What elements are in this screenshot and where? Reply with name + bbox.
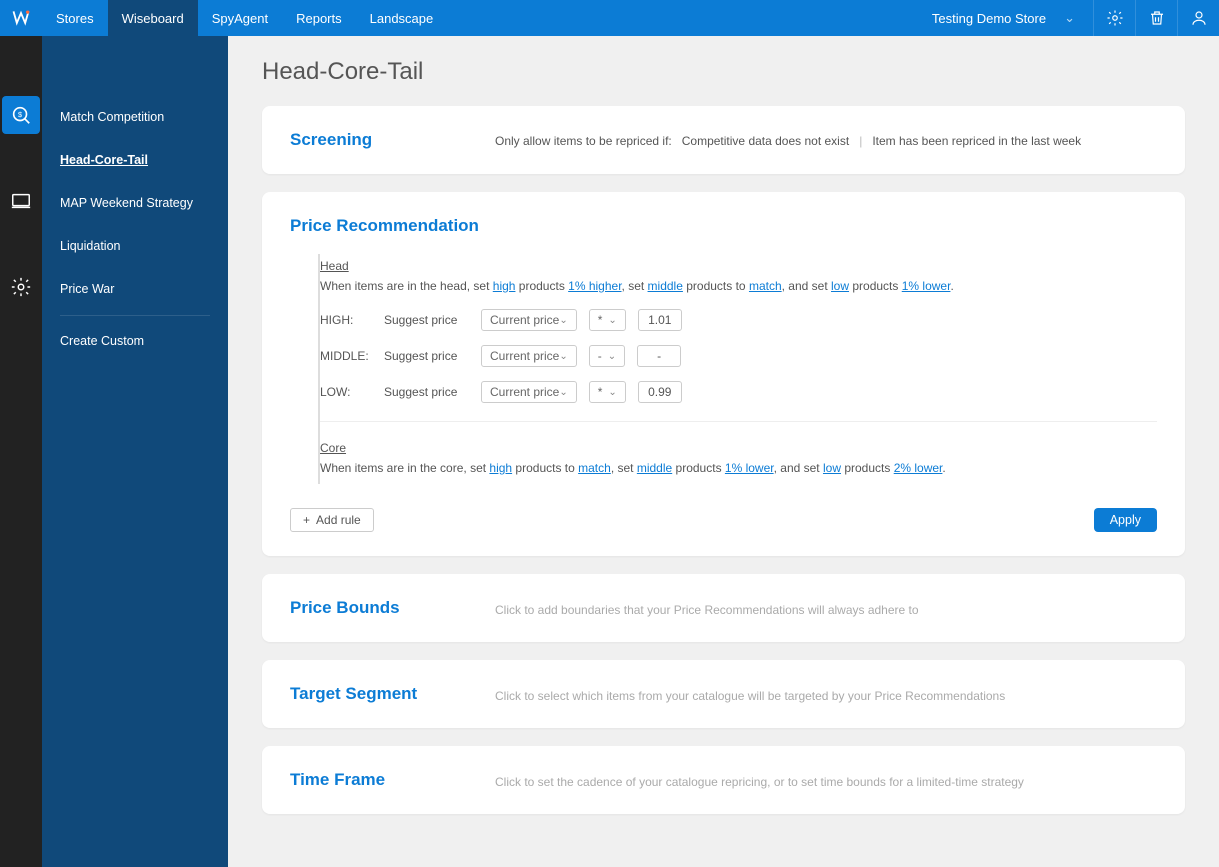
core-sentence: When items are in the core, set high pro… <box>320 459 1157 477</box>
link-match[interactable]: match <box>749 279 782 293</box>
screening-cond-2: Item has been repriced in the last week <box>872 134 1081 148</box>
time-frame-card[interactable]: Time Frame Click to set the cadence of y… <box>262 746 1185 814</box>
nav-reports[interactable]: Reports <box>282 0 356 36</box>
basis-select[interactable]: Current price⌄ <box>481 309 577 331</box>
head-section: Head When items are in the head, set hig… <box>320 254 1157 422</box>
sidebar-item-match-competition[interactable]: Match Competition <box>42 96 228 139</box>
sidebar-separator <box>60 315 210 316</box>
basis-select[interactable]: Current price⌄ <box>481 381 577 403</box>
price-recommendation-title: Price Recommendation <box>290 216 1157 236</box>
core-label: Core <box>320 441 346 455</box>
top-nav: Stores Wiseboard SpyAgent Reports Landsc… <box>42 0 447 36</box>
rail-pricing-icon[interactable]: $ <box>2 96 40 134</box>
row-sublabel: Suggest price <box>384 313 469 327</box>
store-selector-label: Testing Demo Store <box>932 11 1046 26</box>
sidebar: Match Competition Head-Core-Tail MAP Wee… <box>42 36 228 867</box>
apply-button[interactable]: Apply <box>1094 508 1157 532</box>
top-bar: Stores Wiseboard SpyAgent Reports Landsc… <box>0 0 1219 36</box>
sidebar-item-head-core-tail[interactable]: Head-Core-Tail <box>42 139 228 182</box>
row-label: LOW: <box>320 385 372 399</box>
screening-conditions: Only allow items to be repriced if: Comp… <box>495 130 1081 148</box>
icon-rail: $ <box>0 36 42 867</box>
link-1pct-lower[interactable]: 1% lower <box>725 461 774 475</box>
link-low[interactable]: low <box>823 461 841 475</box>
sidebar-item-liquidation[interactable]: Liquidation <box>42 225 228 268</box>
operator-select[interactable]: -⌄ <box>589 345 625 367</box>
price-bounds-card[interactable]: Price Bounds Click to add boundaries tha… <box>262 574 1185 642</box>
rail-settings-icon[interactable] <box>2 268 40 306</box>
chevron-down-icon: ⌄ <box>1064 10 1075 26</box>
page-title: Head-Core-Tail <box>262 58 1185 86</box>
plus-icon: + <box>303 513 310 527</box>
link-low[interactable]: low <box>831 279 849 293</box>
chevron-down-icon: ⌄ <box>559 351 567 362</box>
value-input[interactable] <box>637 345 681 367</box>
chevron-down-icon: ⌄ <box>608 315 616 326</box>
sidebar-item-map-weekend[interactable]: MAP Weekend Strategy <box>42 182 228 225</box>
svg-text:$: $ <box>18 110 22 119</box>
link-middle[interactable]: middle <box>637 461 672 475</box>
chevron-down-icon: ⌄ <box>608 351 616 362</box>
screening-card[interactable]: Screening Only allow items to be reprice… <box>262 106 1185 174</box>
settings-icon[interactable] <box>1093 0 1135 36</box>
head-middle-row: MIDDLE: Suggest price Current price⌄ -⌄ <box>320 345 1157 367</box>
target-segment-card[interactable]: Target Segment Click to select which ite… <box>262 660 1185 728</box>
divider: | <box>859 134 862 148</box>
price-recommendation-card: Price Recommendation Head When items are… <box>262 192 1185 556</box>
trash-icon[interactable] <box>1135 0 1177 36</box>
head-label: Head <box>320 259 349 273</box>
operator-select[interactable]: *⌄ <box>589 381 626 403</box>
add-rule-button[interactable]: + Add rule <box>290 508 374 532</box>
chevron-down-icon: ⌄ <box>608 387 616 398</box>
core-section: Core When items are in the core, set hig… <box>320 436 1157 484</box>
link-middle[interactable]: middle <box>648 279 683 293</box>
link-high[interactable]: high <box>489 461 512 475</box>
screening-prefix: Only allow items to be repriced if: <box>495 134 672 148</box>
link-high[interactable]: high <box>493 279 516 293</box>
rail-monitor-icon[interactable] <box>2 182 40 220</box>
user-icon[interactable] <box>1177 0 1219 36</box>
row-sublabel: Suggest price <box>384 349 469 363</box>
target-segment-desc: Click to select which items from your ca… <box>495 685 1005 703</box>
head-high-row: HIGH: Suggest price Current price⌄ *⌄ <box>320 309 1157 331</box>
chevron-down-icon: ⌄ <box>559 315 567 326</box>
row-sublabel: Suggest price <box>384 385 469 399</box>
nav-landscape[interactable]: Landscape <box>356 0 448 36</box>
value-input[interactable] <box>638 309 682 331</box>
screening-cond-1: Competitive data does not exist <box>682 134 849 148</box>
nav-spyagent[interactable]: SpyAgent <box>198 0 282 36</box>
target-segment-title: Target Segment <box>290 684 455 704</box>
link-1pct-lower[interactable]: 1% lower <box>902 279 951 293</box>
main-content: Head-Core-Tail Screening Only allow item… <box>228 36 1219 867</box>
time-frame-desc: Click to set the cadence of your catalog… <box>495 771 1024 789</box>
nav-stores[interactable]: Stores <box>42 0 108 36</box>
nav-wiseboard[interactable]: Wiseboard <box>108 0 198 36</box>
price-bounds-title: Price Bounds <box>290 598 455 618</box>
store-selector[interactable]: Testing Demo Store ⌄ <box>914 0 1093 36</box>
row-label: HIGH: <box>320 313 372 327</box>
link-2pct-lower[interactable]: 2% lower <box>894 461 943 475</box>
link-1pct-higher[interactable]: 1% higher <box>568 279 621 293</box>
screening-title: Screening <box>290 130 455 150</box>
row-label: MIDDLE: <box>320 349 372 363</box>
add-rule-label: Add rule <box>316 513 361 527</box>
head-sentence: When items are in the head, set high pro… <box>320 277 1157 295</box>
operator-select[interactable]: *⌄ <box>589 309 626 331</box>
app-logo[interactable] <box>0 0 42 36</box>
value-input[interactable] <box>638 381 682 403</box>
link-match[interactable]: match <box>578 461 611 475</box>
basis-select[interactable]: Current price⌄ <box>481 345 577 367</box>
chevron-down-icon: ⌄ <box>559 387 567 398</box>
sidebar-item-price-war[interactable]: Price War <box>42 268 228 311</box>
head-low-row: LOW: Suggest price Current price⌄ *⌄ <box>320 381 1157 403</box>
price-bounds-desc: Click to add boundaries that your Price … <box>495 599 919 617</box>
time-frame-title: Time Frame <box>290 770 455 790</box>
sidebar-item-create-custom[interactable]: Create Custom <box>42 320 228 363</box>
